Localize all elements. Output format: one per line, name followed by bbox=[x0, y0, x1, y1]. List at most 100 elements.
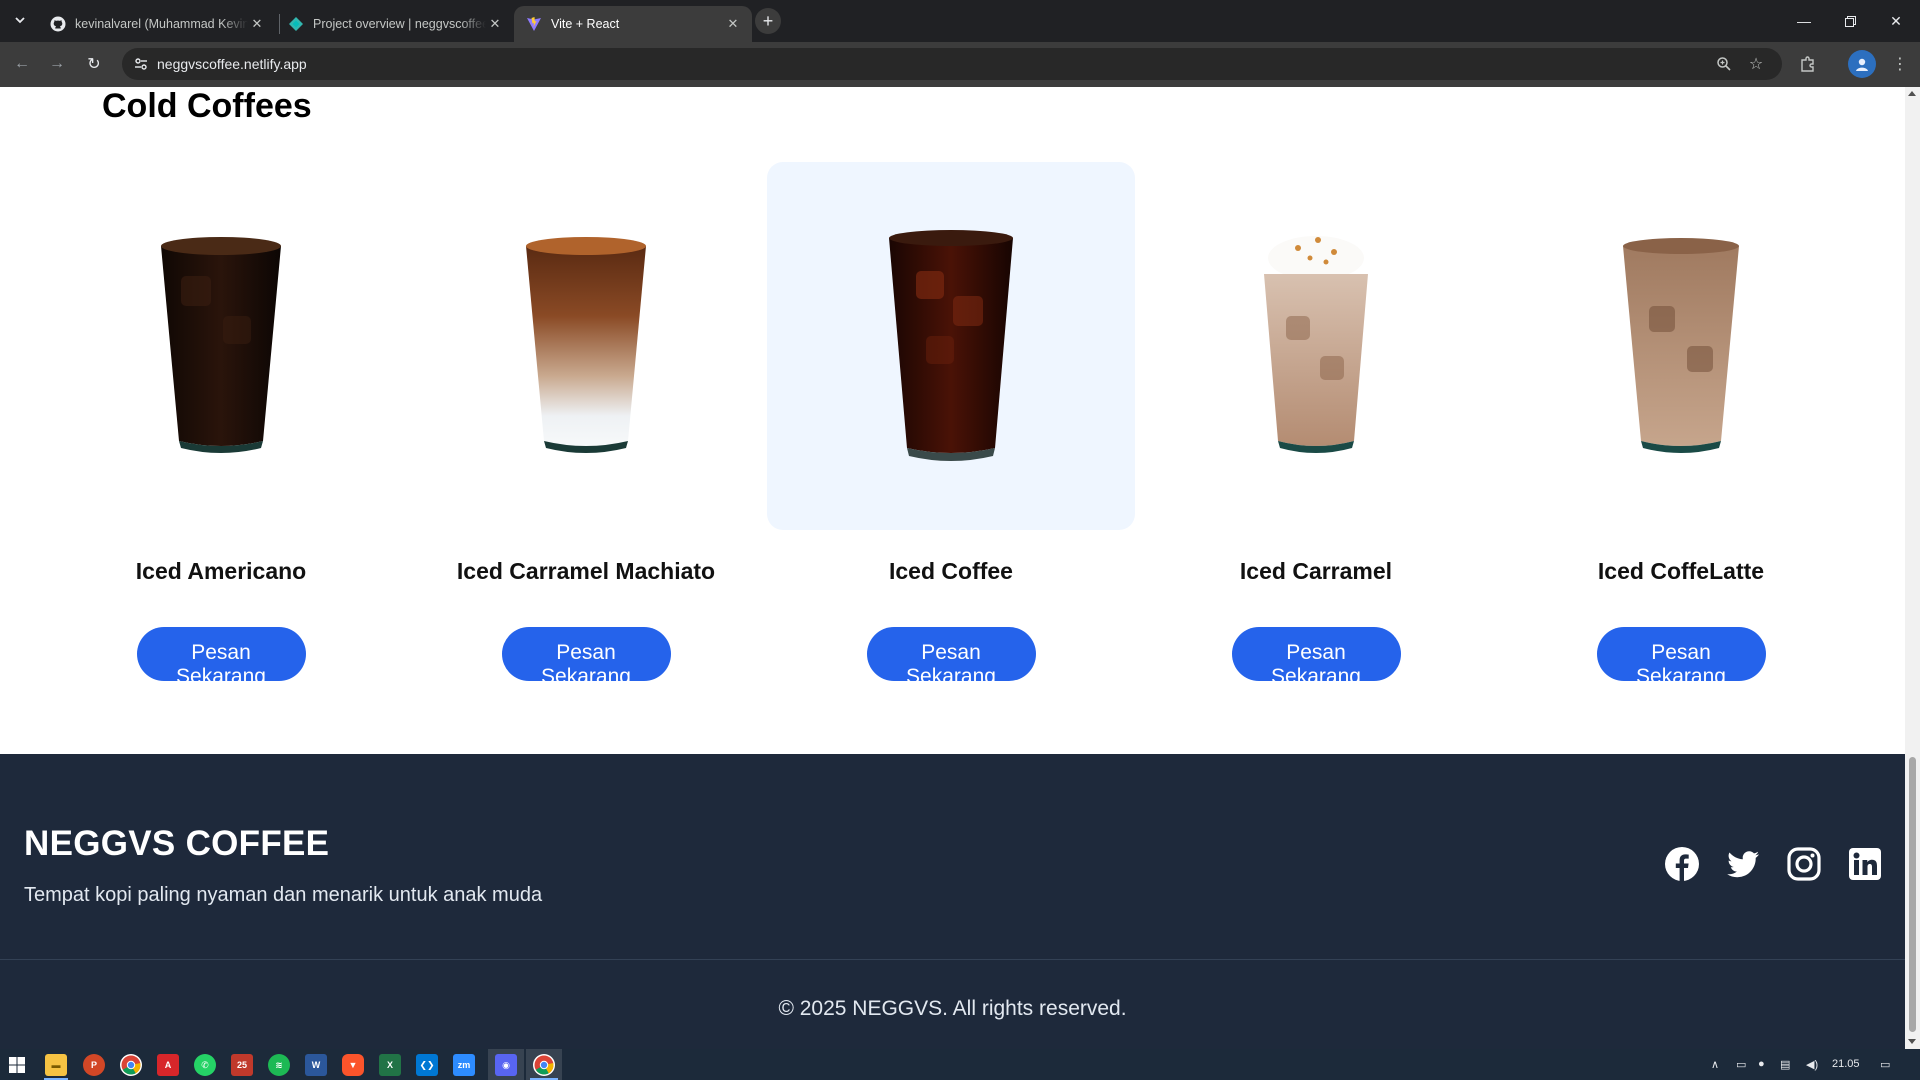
product-name: Iced Americano bbox=[135, 558, 307, 584]
excel-icon[interactable]: X bbox=[379, 1054, 401, 1076]
chrome-active-icon[interactable] bbox=[533, 1054, 555, 1076]
twitter-icon[interactable] bbox=[1725, 846, 1761, 882]
product-image-frame bbox=[1497, 162, 1865, 530]
order-button[interactable]: Pesan Sekarang bbox=[136, 627, 306, 688]
section-title: Cold Coffees bbox=[102, 87, 312, 125]
tab-netlify[interactable]: Project overview | neggvscoffee ✕ bbox=[276, 6, 514, 42]
arrow-left-icon: ← bbox=[14, 55, 30, 72]
site-footer: NEGGVS COFFEE Tempat kopi paling nyaman … bbox=[0, 754, 1905, 1049]
app-25-icon[interactable]: 25 bbox=[231, 1054, 253, 1076]
product-card[interactable]: Iced CoffeLatte Pesan Sekarang bbox=[1497, 162, 1865, 688]
close-tab-icon[interactable]: ✕ bbox=[486, 16, 504, 32]
minimize-icon: — bbox=[1797, 13, 1811, 29]
tab-title: kevinalvarel (Muhammad Kevin bbox=[75, 17, 248, 31]
footer-tagline: Tempat kopi paling nyaman dan menarik un… bbox=[24, 884, 543, 906]
iced-americano-image bbox=[161, 237, 281, 453]
reload-button[interactable]: ↻ bbox=[80, 50, 108, 78]
spotify-icon[interactable]: ≋ bbox=[268, 1054, 290, 1076]
close-tab-icon[interactable]: ✕ bbox=[248, 16, 266, 32]
product-image-frame bbox=[1132, 162, 1500, 530]
github-icon bbox=[50, 16, 66, 32]
avatar-icon bbox=[1856, 58, 1868, 71]
volume-icon[interactable]: ◀) bbox=[1806, 1058, 1818, 1071]
product-name: Iced Carramel bbox=[1239, 558, 1393, 584]
address-bar[interactable]: neggvscoffee.netlify.app ☆ bbox=[122, 48, 1782, 80]
social-links bbox=[1664, 846, 1883, 882]
close-tab-icon[interactable]: ✕ bbox=[724, 16, 742, 32]
powerpoint-icon[interactable]: P bbox=[83, 1054, 105, 1076]
plus-icon: + bbox=[762, 10, 774, 31]
linkedin-icon[interactable] bbox=[1847, 846, 1883, 882]
copyright-text: © 2025 NEGGVS. All rights reserved. bbox=[778, 997, 1127, 1020]
acrobat-icon[interactable]: A bbox=[157, 1054, 179, 1076]
kebab-menu-icon: ⋮ bbox=[1892, 56, 1908, 73]
word-icon[interactable]: W bbox=[305, 1054, 327, 1076]
forward-button[interactable]: → bbox=[43, 50, 71, 78]
scroll-up-arrow-icon[interactable] bbox=[1908, 91, 1916, 96]
microphone-icon[interactable]: ● bbox=[1758, 1058, 1765, 1070]
zoom-app-icon[interactable]: zm bbox=[453, 1054, 475, 1076]
network-icon[interactable]: ▤ bbox=[1780, 1058, 1790, 1071]
order-button[interactable]: Pesan Sekarang bbox=[501, 627, 671, 688]
windows-start-icon[interactable] bbox=[6, 1054, 28, 1076]
minimize-button[interactable]: — bbox=[1781, 0, 1827, 42]
battery-icon[interactable]: ▭ bbox=[1736, 1058, 1746, 1071]
browser-menu-button[interactable]: ⋮ bbox=[1886, 50, 1914, 78]
zoom-icon[interactable] bbox=[1714, 54, 1734, 74]
product-image-frame bbox=[767, 162, 1135, 530]
taskbar-clock[interactable]: 21.05 bbox=[1832, 1058, 1860, 1070]
footer-divider bbox=[0, 959, 1905, 960]
url-text: neggvscoffee.netlify.app bbox=[157, 56, 307, 72]
order-button[interactable]: Pesan Sekarang bbox=[1596, 627, 1766, 688]
discord-icon[interactable]: ◉ bbox=[495, 1054, 517, 1076]
windows-taskbar: ▬ P A ✆ 25 ≋ W ▼ X ❮❯ zm ◉ ∧ ▭ ● ▤ ◀) 21… bbox=[0, 1049, 1920, 1080]
netlify-icon bbox=[288, 16, 304, 32]
tab-vite-react[interactable]: Vite + React ✕ bbox=[514, 6, 752, 42]
notifications-icon[interactable]: ▭ bbox=[1880, 1058, 1890, 1071]
tab-title: Project overview | neggvscoffee bbox=[313, 17, 486, 31]
site-info-icon[interactable] bbox=[132, 55, 150, 73]
tab-search-button[interactable] bbox=[8, 7, 32, 33]
product-name: Iced Carramel Machiato bbox=[456, 558, 716, 584]
restore-button[interactable] bbox=[1827, 0, 1873, 42]
scrollbar-thumb[interactable] bbox=[1909, 757, 1916, 1032]
product-image-frame bbox=[402, 162, 770, 530]
instagram-icon[interactable] bbox=[1786, 846, 1822, 882]
brave-icon[interactable]: ▼ bbox=[342, 1054, 364, 1076]
browser-tab-strip: kevinalvarel (Muhammad Kevin ✕ Project o… bbox=[0, 0, 1920, 42]
product-card[interactable]: Iced Carramel Machiato Pesan Sekarang bbox=[402, 162, 770, 688]
new-tab-button[interactable]: + bbox=[755, 8, 781, 34]
iced-caramel-macchiato-image bbox=[526, 237, 646, 453]
profile-avatar[interactable] bbox=[1848, 50, 1876, 78]
iced-coffee-image bbox=[889, 230, 1013, 461]
page-scrollbar[interactable] bbox=[1905, 87, 1920, 1049]
order-button[interactable]: Pesan Sekarang bbox=[866, 627, 1036, 688]
page-viewport: Cold Coffees Iced Americano Pesan Sekara… bbox=[0, 87, 1905, 1049]
close-window-button[interactable]: ✕ bbox=[1873, 0, 1919, 42]
whatsapp-icon[interactable]: ✆ bbox=[194, 1054, 216, 1076]
scroll-down-arrow-icon[interactable] bbox=[1908, 1039, 1916, 1044]
close-icon: ✕ bbox=[1890, 12, 1902, 29]
order-button[interactable]: Pesan Sekarang bbox=[1231, 627, 1401, 688]
iced-coffee-latte-image bbox=[1623, 238, 1739, 453]
vscode-icon[interactable]: ❮❯ bbox=[416, 1054, 438, 1076]
product-card[interactable]: Iced Americano Pesan Sekarang bbox=[37, 162, 405, 688]
tray-overflow-icon[interactable]: ∧ bbox=[1711, 1058, 1719, 1071]
extensions-button[interactable] bbox=[1794, 50, 1822, 78]
chrome-icon[interactable] bbox=[120, 1054, 142, 1076]
browser-toolbar: ← → ↻ neggvscoffee.netlify.app ☆ ⋮ bbox=[0, 42, 1920, 87]
iced-caramel-image bbox=[1264, 236, 1368, 453]
arrow-right-icon: → bbox=[49, 55, 65, 72]
facebook-icon[interactable] bbox=[1664, 846, 1700, 882]
vite-icon bbox=[526, 16, 542, 32]
tab-github[interactable]: kevinalvarel (Muhammad Kevin ✕ bbox=[38, 6, 276, 42]
bookmark-star-icon[interactable]: ☆ bbox=[1746, 54, 1766, 74]
file-explorer-icon[interactable]: ▬ bbox=[45, 1054, 67, 1076]
product-name: Iced Coffee bbox=[889, 558, 1013, 584]
reload-icon: ↻ bbox=[87, 56, 101, 73]
product-card[interactable]: Iced Carramel Pesan Sekarang bbox=[1132, 162, 1500, 688]
footer-brand: NEGGVS COFFEE bbox=[24, 824, 330, 863]
back-button[interactable]: ← bbox=[8, 50, 36, 78]
restore-icon bbox=[1844, 15, 1856, 27]
product-card[interactable]: Iced Coffee Pesan Sekarang bbox=[767, 162, 1135, 688]
